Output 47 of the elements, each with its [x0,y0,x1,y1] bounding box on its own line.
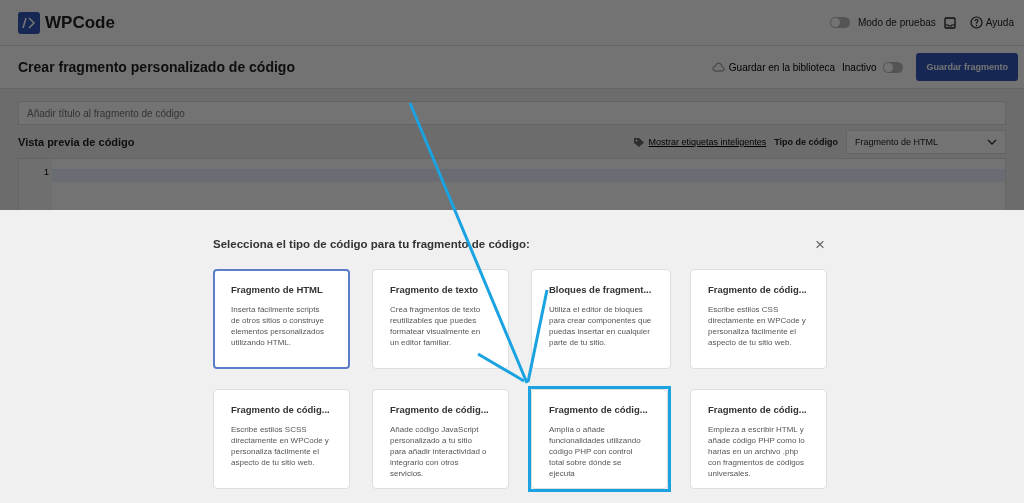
card-title: Fragmento de códig... [390,404,489,415]
inbox-icon[interactable] [943,16,956,29]
card-description: Utiliza el editor de bloques para crear componentes que puedas insertar en cualquier parte de tu sitio. [549,304,652,348]
card-title: Fragmento de códig... [708,404,807,415]
page-title: Crear fragmento personalizado de código [18,59,295,75]
status-label: Inactivo [842,61,877,73]
card-title: Bloques de fragment... [549,284,652,295]
tag-icon [632,136,646,148]
toggle-switch[interactable] [883,61,904,73]
card-description: Escribe estilos CSS directamente en WPCode y personaliza fácilmente el aspecto de tu sitio web. [708,304,807,348]
code-type-card[interactable]: Fragmento de HTML Inserta fácilmente scripts de otros sitios o construye elementos personalizados utilizando HTML. [213,269,350,369]
code-type-card[interactable]: Fragmento de códig... Empieza a escribir HTML y añade código PHP como lo harías en un archivo .php con fragmentos de códigos universales. [690,389,827,489]
toggle-switch[interactable] [829,17,850,28]
toggle-label: Modo de pruebas [857,17,936,28]
logo-text: WPCode [45,12,115,33]
save-to-library-link[interactable]: Guardar en la biblioteca [711,61,835,73]
code-type-card[interactable]: Fragmento de códig... Amplía o añade funcionalidades utilizando código PHP con control total sobre dónde se ejecuta [531,389,668,489]
code-editor[interactable]: 1 [18,158,1006,210]
line-number: 1 [43,167,50,177]
smart-tags-link[interactable]: Mostrar etiquetas inteligentes [632,136,767,148]
help-link[interactable]: Ayuda [969,16,1014,29]
cloud-icon [711,62,725,72]
modal-title: Selecciona el tipo de código para tu fragmento de código: [213,238,530,250]
logo-icon [18,11,40,34]
card-description: Escribe estilos SCSS directamente en WPCode y personaliza fácilmente el aspecto de tu sitio web. [231,424,330,468]
card-title: Fragmento de códig... [231,404,330,415]
card-description: Inserta fácilmente scripts de otros sitios o construye elementos personalizados utilizando HTML. [231,304,325,348]
code-type-select[interactable]: Fragmento de HTML [846,130,1006,154]
code-type-card[interactable]: Bloques de fragment... Utiliza el editor de bloques para crear componentes que puedas insertar en cualquier parte de tu sitio. [531,269,672,369]
card-title: Fragmento de códig... [549,404,648,415]
section-title: Vista previa de código [18,136,135,148]
field-label: Tipo de código [774,137,838,147]
card-description: Añade código JavaScript personalizado a tu sitio para añadir interactividad o integrarlo con otros servicios. [390,424,488,479]
close-button[interactable]: × [815,235,825,253]
code-type-card[interactable]: Fragmento de códig... Escribe estilos CSS directamente en WPCode y personaliza fácilmente el aspecto de tu sitio web. [690,269,827,369]
code-type-card[interactable]: Fragmento de códig... Añade código JavaScript personalizado a tu sitio para añadir interactividad o integrarlo con otros servicios. [372,389,509,489]
card-description: Crea fragmentos de texto reutilizables que puedes formatear visualmente en un editor familiar. [390,304,482,348]
code-type-card[interactable]: Fragmento de códig... Escribe estilos SCSS directamente en WPCode y personaliza fácilmente el aspecto de tu sitio web. [213,389,350,489]
card-title: Fragmento de HTML [231,284,324,295]
chevron-down-icon [987,139,997,145]
card-description: Empieza a escribir HTML y añade código PHP como lo harías en un archivo .php con fragmentos de códigos universales. [708,424,806,479]
card-title: Fragmento de códig... [708,284,807,295]
card-title: Fragmento de texto [390,284,480,295]
help-icon [969,16,983,29]
title-field[interactable]: Añadir título al fragmento de código [18,101,1006,125]
card-description: Amplía o añade funcionalidades utilizando código PHP con control total sobre dónde se ejecuta [549,424,642,479]
code-type-card[interactable]: Fragmento de texto Crea fragmentos de texto reutilizables que puedes formatear visualmente en un editor familiar. [372,269,509,369]
